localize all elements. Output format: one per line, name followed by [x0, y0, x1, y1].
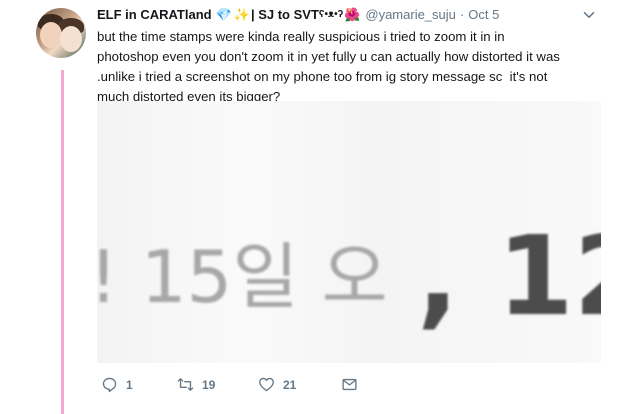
- thread-line: [61, 70, 64, 414]
- direct-message-icon: [342, 378, 357, 391]
- tweet-image[interactable]: ! 15일 오 , 12:: [97, 101, 601, 363]
- like-icon: [259, 377, 274, 392]
- retweet-icon: [177, 378, 194, 391]
- diamond-emoji-icon: 💎: [215, 6, 232, 22]
- display-name[interactable]: ELF in CARATland: [97, 7, 212, 22]
- reply-button[interactable]: 1: [101, 376, 133, 393]
- separator-dot: ·: [459, 6, 465, 22]
- like-count: 21: [283, 377, 297, 392]
- tweet-text: but the time stamps were kinda really su…: [97, 29, 560, 104]
- retweet-count: 19: [202, 377, 216, 392]
- display-name-suffix[interactable]: | SJ to SVT: [251, 7, 319, 22]
- image-text-right: , 12:: [417, 212, 601, 340]
- like-button[interactable]: 21: [258, 376, 296, 393]
- reply-icon: [102, 377, 117, 393]
- avatar[interactable]: [36, 8, 86, 58]
- retweet-button[interactable]: 19: [177, 376, 215, 393]
- tweet-header: ELF in CARATland 💎 ✨ | SJ to SVT ʕ•ᴥ•ʔ 🌺…: [97, 6, 499, 22]
- hibiscus-emoji-icon: 🌺: [344, 6, 361, 22]
- image-text-left: ! 15일 오: [97, 235, 388, 319]
- direct-message-button[interactable]: [341, 376, 358, 393]
- chevron-down-icon[interactable]: [583, 9, 595, 21]
- tweet-date[interactable]: Oct 5: [468, 7, 499, 22]
- reply-count: 1: [126, 377, 133, 392]
- user-handle[interactable]: @yamarie_suju: [365, 7, 456, 22]
- kaomoji: ʕ•ᴥ•ʔ: [318, 8, 344, 20]
- sparkles-emoji-icon: ✨: [233, 6, 250, 22]
